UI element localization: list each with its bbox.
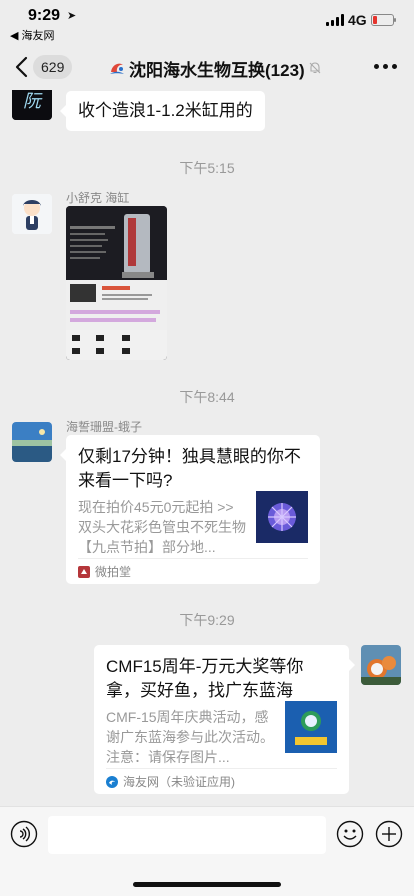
sender-avatar[interactable] — [12, 194, 52, 234]
chat-header: 629 沈阳海水生物互换(123) — [0, 44, 414, 90]
haiyou-app-icon — [106, 775, 118, 788]
card-thumbnail — [285, 701, 337, 753]
skimmer-product-image — [66, 206, 167, 360]
message-bubble[interactable]: 收个造浪1-1.2米缸用的 — [60, 91, 265, 131]
card-source-label: 微拍堂 — [95, 565, 132, 579]
link-card[interactable]: CMF15周年-万元大奖等你拿，买好鱼，找广东蓝海 CMF-15周年庆典活动，感… — [94, 645, 355, 794]
battery-icon — [371, 14, 396, 26]
sender-name: 小舒克 海缸 — [66, 191, 130, 205]
message-text: 收个造浪1-1.2米缸用的 — [78, 101, 253, 120]
message-input[interactable] — [48, 816, 326, 854]
location-icon: ➤ — [67, 10, 77, 22]
mute-bell-icon — [309, 62, 321, 74]
link-card[interactable]: 仅剩17分钟！独具慧眼的你不来看一下吗? 现在拍价45元0元起拍 >> 双头大花… — [60, 435, 320, 584]
haiyou-logo-icon — [110, 63, 124, 74]
card-title: CMF15周年-万元大奖等你拿，买好鱼，找广东蓝海 — [106, 657, 304, 700]
signal-icon — [326, 14, 344, 26]
home-indicator[interactable] — [133, 882, 281, 887]
emoji-icon[interactable] — [336, 820, 364, 848]
card-source: 海友网（未验证应用) — [106, 768, 337, 794]
weipaitang-icon — [78, 565, 90, 578]
time-divider: 下午5:15 — [179, 160, 235, 176]
back-to-app-link[interactable]: ◀ 海友网 — [10, 27, 55, 43]
network-type: 4G — [348, 12, 367, 28]
svg-text:阮: 阮 — [23, 91, 43, 111]
card-description: 现在拍价45元0元起拍 >> 双头大花彩色管虫不死生物【九点节拍】部分地... — [78, 499, 246, 555]
card-title: 仅剩17分钟！独具慧眼的你不来看一下吗? — [78, 447, 301, 490]
message-image[interactable] — [66, 206, 167, 360]
card-source-label: 海友网（未验证应用) — [123, 775, 235, 789]
sender-avatar[interactable] — [12, 422, 52, 462]
card-thumbnail — [256, 491, 308, 543]
more-options-icon[interactable] — [374, 64, 398, 70]
chat-title-wrap[interactable]: 沈阳海水生物互换(123) — [108, 56, 322, 80]
sender-avatar[interactable]: 阮 — [12, 90, 52, 120]
unread-count-badge[interactable]: 629 — [33, 55, 73, 79]
status-bar: 9:29 ➤ ◀ 海友网 4G — [0, 0, 414, 44]
sender-name: 海誓珊盟-蛾子 — [66, 420, 142, 434]
message-list[interactable]: 阮 收个造浪1-1.2米缸用的 下午5:15 小舒克 海缸 下午8:44 海誓珊… — [0, 90, 414, 806]
voice-input-icon[interactable] — [10, 820, 38, 848]
time-divider: 下午8:44 — [179, 389, 235, 405]
status-time: 9:29 — [28, 7, 61, 24]
chat-title: 沈阳海水生物互换(123) — [129, 60, 305, 80]
plus-icon[interactable] — [375, 820, 403, 848]
card-source: 微拍堂 — [78, 558, 308, 584]
card-description: CMF-15周年庆典活动，感谢广东蓝海参与此次活动。注意：请保存图片... — [106, 709, 274, 765]
time-divider: 下午9:29 — [179, 612, 235, 628]
self-avatar[interactable] — [361, 645, 401, 685]
